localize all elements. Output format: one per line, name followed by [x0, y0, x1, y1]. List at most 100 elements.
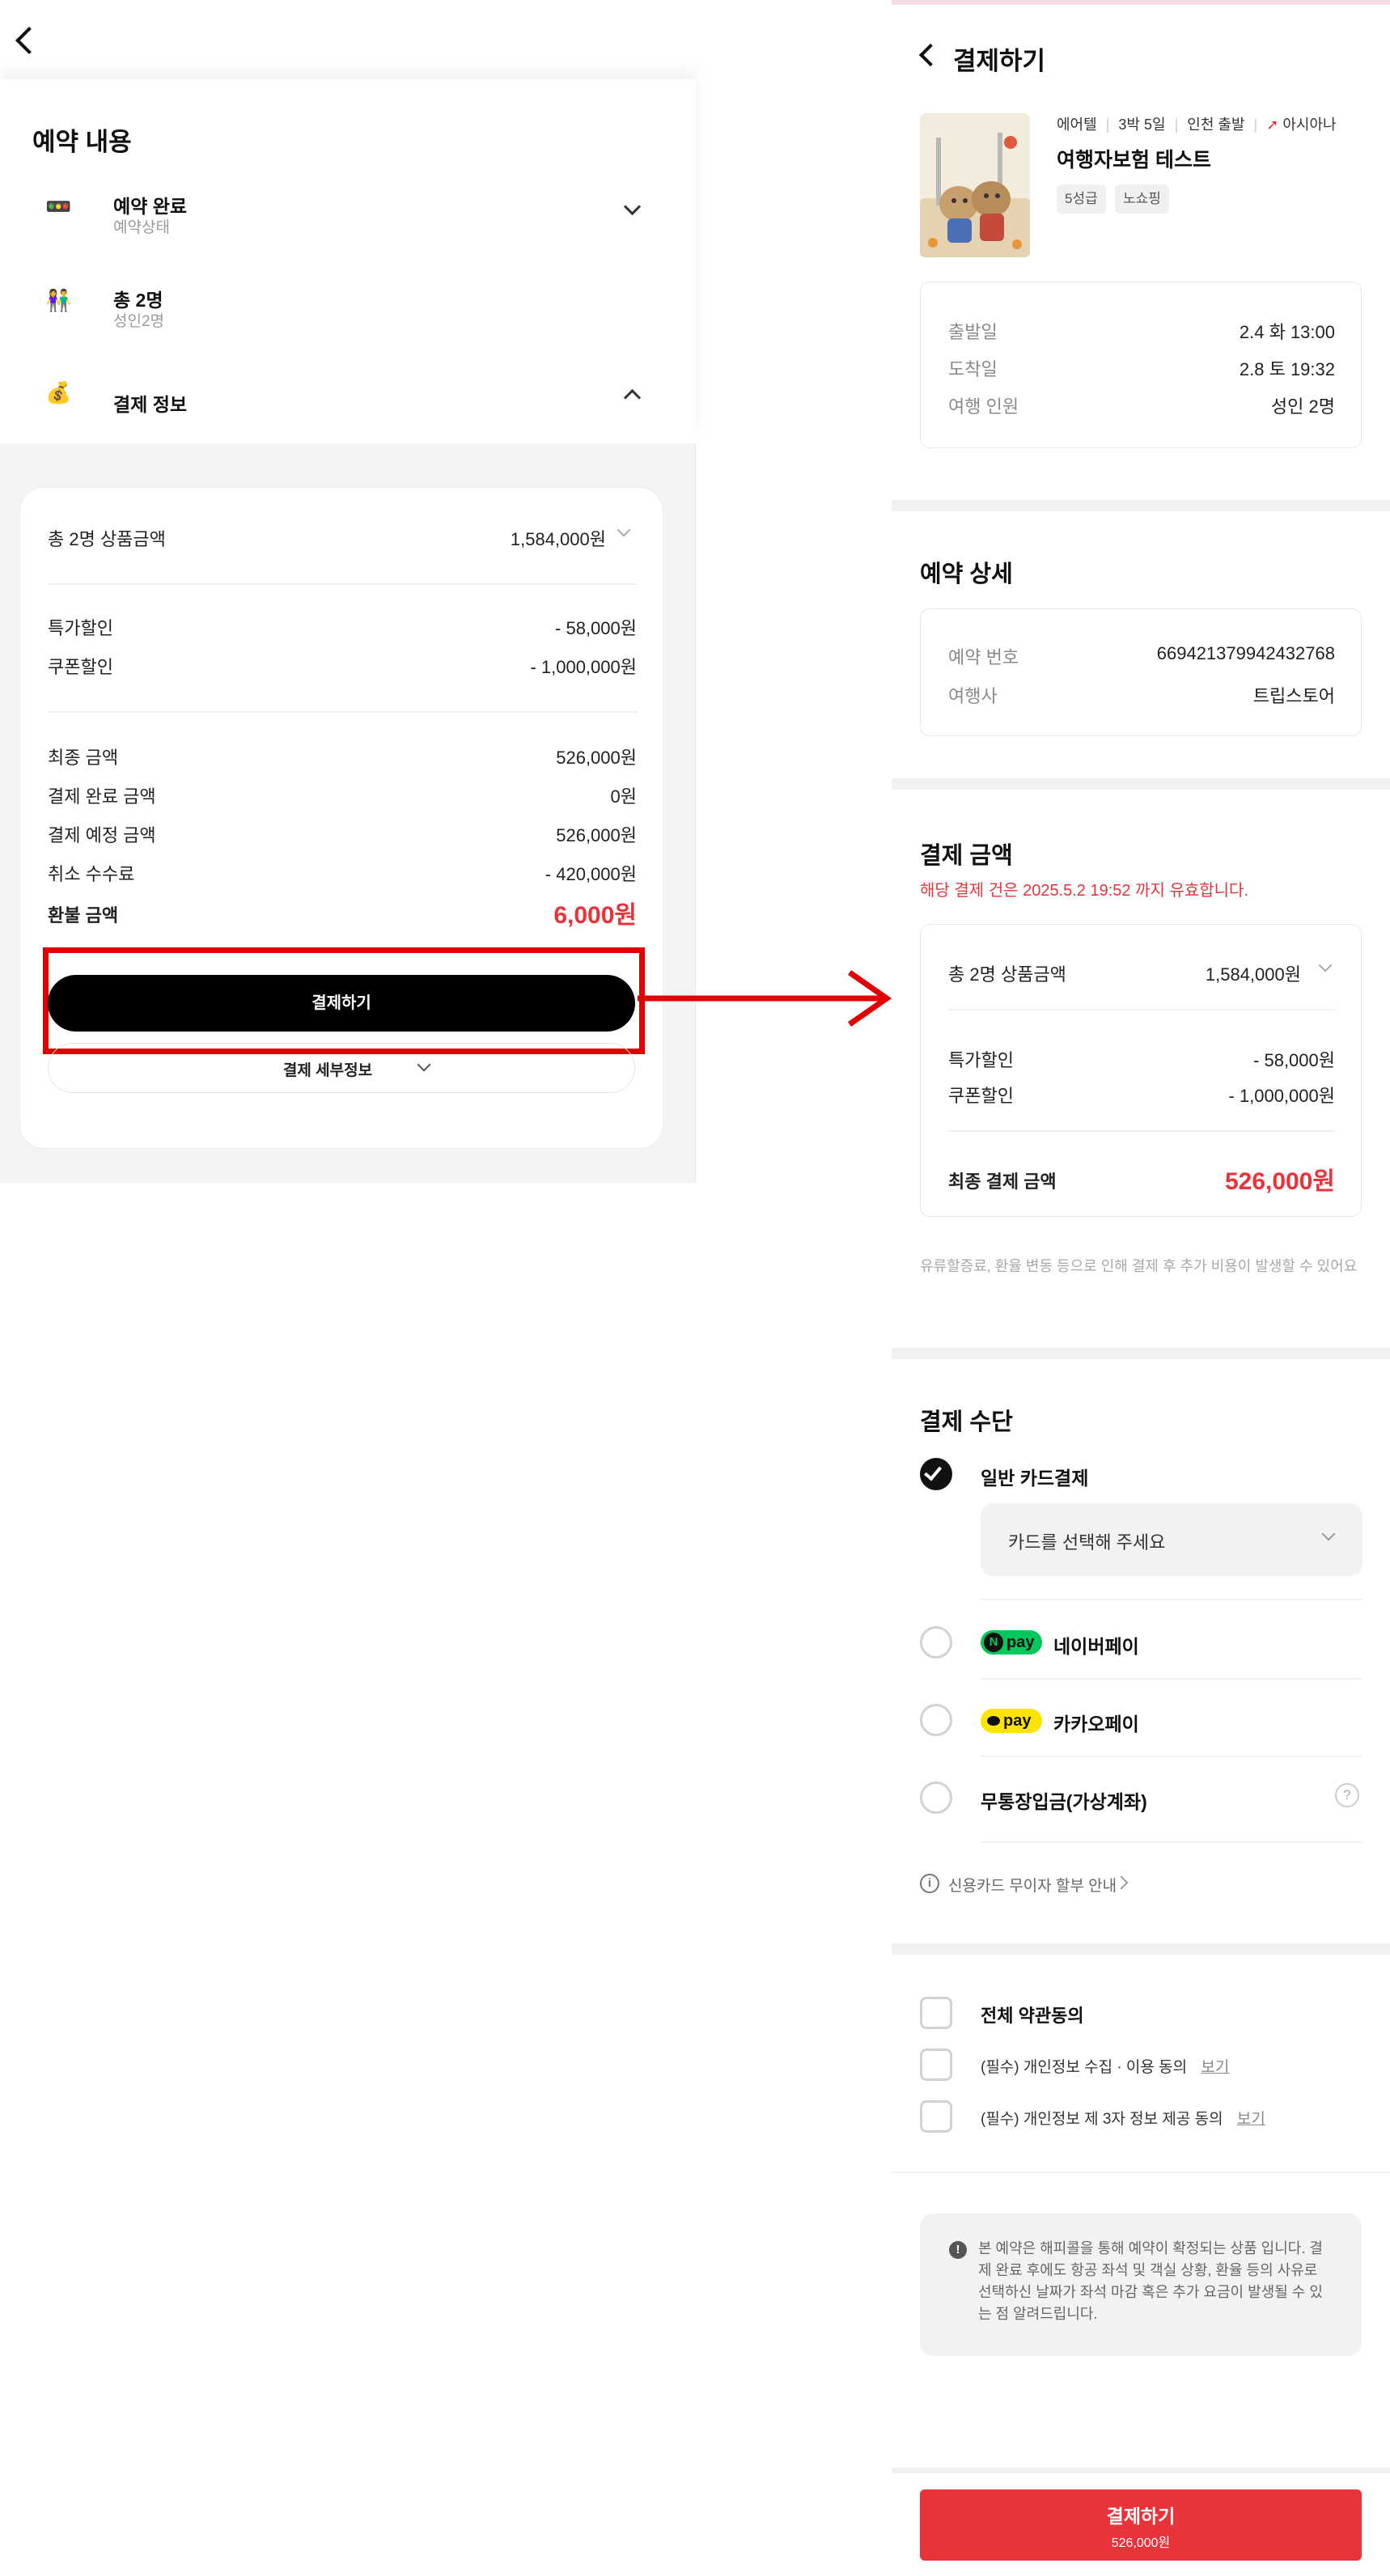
- annotation-arrow: [638, 970, 892, 1027]
- total-value: 1,584,000원: [1205, 964, 1301, 985]
- naverpay-logo-icon: N pay: [981, 1630, 1042, 1654]
- divider: [48, 711, 637, 713]
- radio-naverpay[interactable]: [920, 1626, 952, 1659]
- check-icon: [923, 1462, 943, 1481]
- alert-icon: !: [949, 2241, 967, 2259]
- discount-label: 특가할인: [948, 1050, 1014, 1070]
- detail-value: 0원: [610, 786, 637, 807]
- detail-label: 결제 완료 금액: [48, 786, 156, 807]
- divider: [48, 583, 637, 585]
- airline-logo-icon: ➚: [1266, 117, 1279, 133]
- traffic-light-icon: 🚥: [45, 194, 72, 218]
- speech-bubble-icon: [987, 1716, 1000, 1726]
- payment-amount-title: 결제 금액: [920, 843, 1013, 869]
- people-sub: 성인2명: [113, 313, 165, 330]
- final-label: 최종 결제 금액: [948, 1171, 1057, 1192]
- payment-summary-card: 총 2명 상품금액 1,584,000원 특가할인 - 58,000원 쿠폰할인…: [19, 487, 663, 1149]
- agreement-panel: 전체 약관동의 (필수) 개인정보 수집 · 이용 동의 보기 (필수) 개인정…: [892, 1955, 1390, 2468]
- divider: [948, 1009, 1335, 1010]
- kakaopay-logo-icon: pay: [981, 1709, 1042, 1733]
- divider: [948, 1130, 1335, 1132]
- chevron-down-icon[interactable]: [1318, 958, 1333, 972]
- notice-box: ! 본 예약은 해피콜을 통해 예약이 확정되는 상품 입니다. 결제 완료 후…: [920, 2214, 1362, 2356]
- detail-label: 최종 금액: [48, 748, 119, 768]
- radio-bank-transfer[interactable]: [920, 1782, 952, 1814]
- trip-value: 성인 2명: [1270, 396, 1335, 417]
- total-label: 총 2명 상품금액: [48, 529, 166, 549]
- view-link[interactable]: 보기: [1201, 2059, 1229, 2076]
- back-icon[interactable]: [15, 27, 43, 54]
- back-icon[interactable]: [918, 43, 943, 67]
- refund-value: 6,000원: [553, 902, 637, 929]
- chevron-down-icon[interactable]: [623, 197, 642, 216]
- divider: [981, 1841, 1362, 1843]
- divider: [981, 1678, 1362, 1680]
- agree-all-checkbox[interactable]: [920, 1997, 952, 2029]
- validity-notice: 해당 결제 건은 2025.5.2 19:52 까지 유효합니다.: [920, 882, 1248, 900]
- discount-label: 쿠폰할인: [948, 1086, 1014, 1106]
- trip-label: 도착일: [948, 359, 998, 379]
- pay-button[interactable]: 결제하기: [48, 975, 635, 1032]
- tag-grade: 5성급: [1057, 184, 1106, 214]
- card-select-placeholder: 카드를 선택해 주세요: [1008, 1532, 1166, 1553]
- card-payment-label[interactable]: 일반 카드결제: [981, 1463, 1088, 1490]
- naver-n-icon: N: [984, 1633, 1003, 1652]
- detail-value: - 420,000원: [545, 864, 637, 884]
- naverpay-label[interactable]: 네이버페이: [1053, 1631, 1139, 1659]
- top-bar: [0, 0, 696, 79]
- kakaopay-badge-text: pay: [1003, 1712, 1032, 1730]
- detail-value: 526,000원: [556, 748, 637, 768]
- discount-value: - 1,000,000원: [530, 657, 637, 677]
- discount-label: 쿠폰할인: [48, 657, 113, 677]
- left-screen: 예약 내용 🚥 예약 완료 예약상태 👫 총 2명 성인2명 💰 결제 정보 총…: [0, 0, 696, 1183]
- chevron-up-icon[interactable]: [623, 388, 642, 407]
- bottom-pay-amount: 526,000원: [1111, 2536, 1171, 2550]
- kakaopay-label[interactable]: 카카오페이: [1053, 1709, 1139, 1736]
- detail-label: 취소 수수료: [48, 864, 135, 884]
- payment-info-title[interactable]: 결제 정보: [113, 389, 187, 417]
- detail-value: 526,000원: [556, 825, 637, 845]
- payment-amount-box: 총 2명 상품금액 1,584,000원 특가할인 - 58,000원 쿠폰할인…: [920, 924, 1362, 1217]
- payment-detail-label: 결제 세부정보: [282, 1062, 373, 1079]
- trip-label: 출발일: [948, 322, 998, 342]
- radio-selected[interactable]: [920, 1458, 952, 1490]
- agree-third-party-checkbox[interactable]: [920, 2100, 952, 2133]
- header-title: 결제하기: [953, 47, 1046, 75]
- total-value: 1,584,000원: [510, 529, 606, 549]
- bank-transfer-label[interactable]: 무통장입금(가상계좌): [981, 1786, 1147, 1814]
- payment-method-title: 결제 수단: [920, 1409, 1013, 1435]
- trip-value: 2.4 화 13:00: [1239, 322, 1335, 342]
- chevron-down-icon[interactable]: [617, 523, 631, 537]
- agree-privacy-text: (필수) 개인정보 수집 · 이용 동의: [981, 2059, 1188, 2076]
- divider: [981, 1599, 1362, 1600]
- people-icon: 👫: [45, 288, 72, 312]
- installment-notice[interactable]: 신용카드 무이자 할부 안내: [948, 1874, 1117, 1896]
- agree-privacy-checkbox[interactable]: [920, 2049, 952, 2081]
- discount-value: - 58,000원: [1253, 1050, 1335, 1070]
- booking-label: 예약 번호: [948, 647, 1019, 667]
- bottom-pay-label: 결제하기: [1106, 2506, 1176, 2527]
- final-value: 526,000원: [1224, 1168, 1335, 1195]
- footnote: 유류할증료, 환율 변동 등으로 인해 결제 후 추가 비용이 발생할 수 있어…: [920, 1258, 1358, 1274]
- card-select[interactable]: 카드를 선택해 주세요: [981, 1503, 1362, 1576]
- payment-detail-button[interactable]: 결제 세부정보: [48, 1043, 635, 1093]
- product-meta: 에어텔 | 3박 5일 | 인천 출발 | ➚ 아시아나: [1057, 117, 1337, 133]
- booking-title: 예약 상세: [920, 561, 1013, 587]
- booking-panel: 예약 상세 예약 번호 669421379942432768 여행사 트립스토어: [892, 511, 1390, 778]
- trip-info-box: 출발일 2.4 화 13:00 도착일 2.8 토 19:32 여행 인원 성인…: [920, 282, 1362, 448]
- help-icon[interactable]: ?: [1335, 1783, 1359, 1807]
- discount-label: 특가할인: [48, 618, 113, 638]
- booking-value: 트립스토어: [1252, 686, 1335, 706]
- naverpay-badge-text: pay: [1006, 1633, 1035, 1651]
- radio-kakaopay[interactable]: [920, 1704, 952, 1736]
- agree-all-label[interactable]: 전체 약관동의: [981, 2002, 1084, 2027]
- right-screen: 결제하기 에어텔 | 3박 5일 | 인천 출발 | ➚ 아시아나 여행자보험 …: [892, 0, 1390, 2576]
- detail-label: 결제 예정 금액: [48, 825, 156, 845]
- agree-third-party-text: (필수) 개인정보 제 3자 정보 제공 동의: [981, 2111, 1223, 2128]
- view-link[interactable]: 보기: [1237, 2111, 1265, 2128]
- info-icon: i: [920, 1874, 939, 1893]
- bottom-pay-button[interactable]: 결제하기 526,000원: [920, 2489, 1362, 2561]
- booking-value: 669421379942432768: [1156, 643, 1335, 663]
- trip-value: 2.8 토 19:32: [1239, 359, 1335, 379]
- discount-value: - 1,000,000원: [1228, 1086, 1335, 1106]
